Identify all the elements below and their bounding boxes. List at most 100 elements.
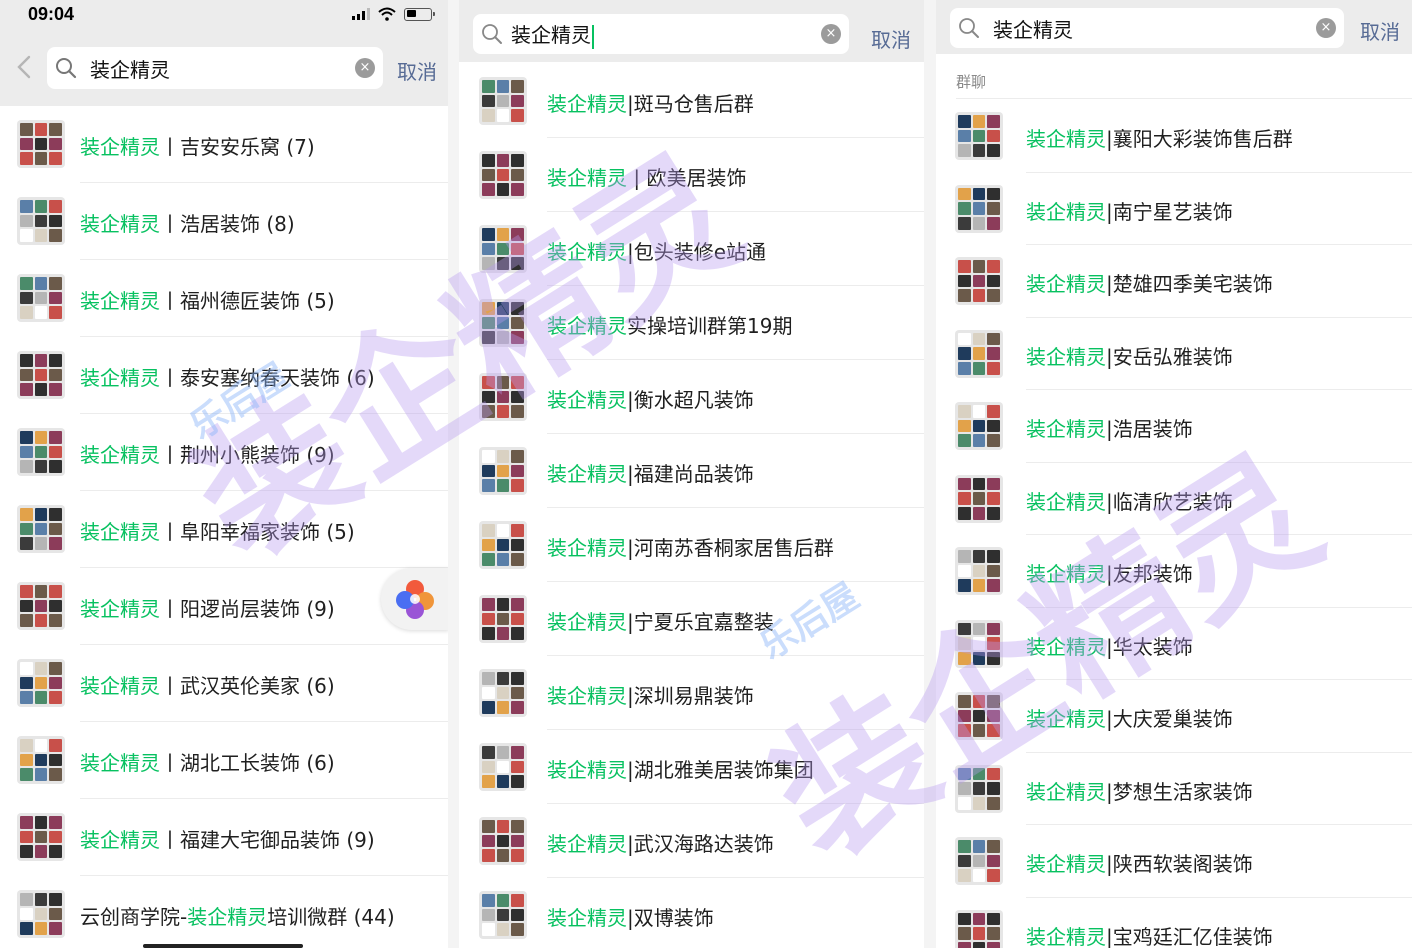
result-item[interactable]: 装企精灵|宝鸡廷汇亿佳装饰 — [936, 898, 1412, 948]
result-item[interactable]: 装企精灵|华太装饰 — [936, 608, 1412, 680]
search-input[interactable]: 装企精灵 × — [950, 8, 1344, 48]
result-title-highlight: 装企精灵 — [80, 135, 160, 159]
result-item[interactable]: 装企精灵|楚雄四季美宅装饰 — [936, 245, 1412, 318]
status-icons — [352, 7, 435, 21]
result-title-suffix: |华太装饰 — [1106, 634, 1193, 659]
result-item[interactable]: 装企精灵 | 欧美居装饰 — [459, 138, 924, 212]
result-item[interactable]: 装企精灵丨福建大宅御品装饰 (9) — [0, 799, 448, 876]
search-query: 装企精灵 — [993, 17, 1073, 42]
result-title: 装企精灵|衡水超凡装饰 — [547, 384, 754, 413]
result-item[interactable]: 装企精灵|武汉海路达装饰 — [459, 804, 924, 878]
result-item[interactable]: 装企精灵丨浩居装饰 (8) — [0, 183, 448, 260]
result-item[interactable]: 装企精灵|衡水超凡装饰 — [459, 360, 924, 434]
result-item[interactable]: 装企精灵丨阜阳幸福家装饰 (5) — [0, 491, 448, 568]
result-item[interactable]: 装企精灵|河南苏香桐家居售后群 — [459, 508, 924, 582]
result-title: 装企精灵|友邦装饰 — [1026, 558, 1193, 587]
result-title-suffix: 丨武汉英伦美家 (6) — [160, 674, 335, 698]
result-item[interactable]: 装企精灵|湖北雅美居装饰集团 — [459, 730, 924, 804]
cancel-button[interactable]: 取消 — [1360, 16, 1400, 45]
result-title-suffix: |福建尚品装饰 — [627, 462, 754, 486]
result-title-highlight: 装企精灵 — [547, 684, 627, 708]
result-item[interactable]: 装企精灵|临清欣艺装饰 — [936, 463, 1412, 535]
search-header: 装企精灵 × 取消 — [459, 0, 924, 62]
result-item[interactable]: 装企精灵|双博装饰 — [459, 878, 924, 948]
group-avatar — [479, 299, 527, 347]
result-item[interactable]: 装企精灵丨福州德匠装饰 (5) — [0, 260, 448, 337]
cancel-button[interactable]: 取消 — [397, 56, 437, 85]
signal-icon — [352, 8, 370, 20]
group-avatar — [17, 582, 65, 630]
result-item[interactable]: 装企精灵|宁夏乐宜嘉整装 — [459, 582, 924, 656]
group-avatar — [479, 225, 527, 273]
result-item[interactable]: 装企精灵|大庆爱巢装饰 — [936, 680, 1412, 753]
group-avatar — [17, 505, 65, 553]
result-item[interactable]: 装企精灵|襄阳大彩装饰售后群 — [936, 100, 1412, 173]
result-title-suffix: |包头装修e站通 — [627, 240, 767, 264]
group-avatar — [955, 692, 1003, 740]
result-item[interactable]: 装企精灵丨泰安塞纳春天装饰 (6) — [0, 337, 448, 414]
search-query: 装企精灵 — [90, 57, 170, 82]
result-item[interactable]: 装企精灵|包头装修e站通 — [459, 212, 924, 286]
result-item[interactable]: 装企精灵|斑马仓售后群 — [459, 64, 924, 138]
search-input[interactable]: 装企精灵 × — [473, 14, 849, 54]
group-avatar — [479, 447, 527, 495]
result-item[interactable]: 装企精灵|浩居装饰 — [936, 390, 1412, 463]
result-title: 云创商学院-装企精灵培训微群 (44) — [80, 901, 395, 930]
search-header: 装企精灵 × 取消 — [936, 0, 1412, 54]
group-avatar — [479, 669, 527, 717]
result-title-highlight: 装企精灵 — [80, 674, 160, 698]
search-query: 装企精灵 — [511, 23, 591, 48]
result-title: 装企精灵|浩居装饰 — [1026, 413, 1193, 442]
clear-icon[interactable]: × — [1316, 18, 1336, 38]
result-item[interactable]: 装企精灵|安岳弘雅装饰 — [936, 318, 1412, 390]
panel-divider — [924, 0, 936, 948]
result-title-suffix: 丨福州德匠装饰 (5) — [160, 289, 335, 313]
result-title-suffix: 丨阳逻尚层装饰 (9) — [160, 597, 335, 621]
result-title: 装企精灵|安岳弘雅装饰 — [1026, 341, 1233, 370]
result-title-highlight: 装企精灵 — [547, 240, 627, 264]
clear-icon[interactable]: × — [355, 58, 375, 78]
result-item[interactable]: 装企精灵|梦想生活家装饰 — [936, 753, 1412, 825]
search-icon — [482, 24, 502, 44]
clear-icon[interactable]: × — [821, 24, 841, 44]
group-avatar — [17, 736, 65, 784]
result-title-highlight: 装企精灵 — [547, 906, 627, 930]
result-item[interactable]: 装企精灵丨吉安安乐窝 (7) — [0, 106, 448, 183]
result-title: 装企精灵|河南苏香桐家居售后群 — [547, 532, 834, 561]
search-header: 09:04 装企精灵 × 取消 — [0, 0, 448, 106]
result-title-highlight: 装企精灵 — [547, 536, 627, 560]
group-avatar — [17, 197, 65, 245]
group-avatar — [479, 595, 527, 643]
result-item[interactable]: 装企精灵丨阳逻尚层装饰 (9) — [0, 568, 448, 645]
result-title-suffix: |南宁星艺装饰 — [1106, 199, 1233, 224]
floating-window-button[interactable] — [381, 568, 448, 630]
result-title: 装企精灵|双博装饰 — [547, 902, 714, 931]
result-title-suffix: 实操培训群第19期 — [627, 314, 793, 338]
result-title-suffix: |河南苏香桐家居售后群 — [627, 536, 834, 560]
result-title: 装企精灵|宁夏乐宜嘉整装 — [547, 606, 774, 635]
result-item[interactable]: 装企精灵|深圳易鼎装饰 — [459, 656, 924, 730]
search-screen-2: 装企精灵 × 取消 装企精灵|斑马仓售后群 装企精灵 | 欧美居装饰 装企精灵|包头… — [459, 0, 924, 948]
result-item[interactable]: 装企精灵|南宁星艺装饰 — [936, 173, 1412, 245]
result-item[interactable]: 装企精灵实操培训群第19期 — [459, 286, 924, 360]
result-title-suffix: |斑马仓售后群 — [627, 92, 754, 116]
result-item[interactable]: 装企精灵|陕西软装阁装饰 — [936, 825, 1412, 898]
cancel-button[interactable]: 取消 — [871, 24, 911, 53]
result-title-highlight: 装企精灵 — [1026, 489, 1106, 514]
result-title-suffix: |梦想生活家装饰 — [1106, 779, 1253, 804]
result-item[interactable]: 装企精灵丨湖北工长装饰 (6) — [0, 722, 448, 799]
result-title-highlight: 装企精灵 — [80, 443, 160, 467]
result-title-highlight: 装企精灵 — [547, 388, 627, 412]
result-item[interactable]: 装企精灵|福建尚品装饰 — [459, 434, 924, 508]
back-icon[interactable] — [16, 54, 32, 80]
result-title-highlight: 装企精灵 — [547, 462, 627, 486]
result-item[interactable]: 装企精灵|友邦装饰 — [936, 535, 1412, 608]
result-title: 装企精灵|斑马仓售后群 — [547, 88, 754, 117]
result-title-highlight: 装企精灵 — [547, 758, 627, 782]
group-avatar — [479, 77, 527, 125]
result-item[interactable]: 装企精灵丨武汉英伦美家 (6) — [0, 645, 448, 722]
result-item[interactable]: 云创商学院-装企精灵培训微群 (44) — [0, 876, 448, 948]
result-item[interactable]: 装企精灵丨荆州小熊装饰 (9) — [0, 414, 448, 491]
search-input[interactable]: 装企精灵 × — [47, 47, 383, 89]
result-title-suffix: |襄阳大彩装饰售后群 — [1106, 127, 1293, 151]
